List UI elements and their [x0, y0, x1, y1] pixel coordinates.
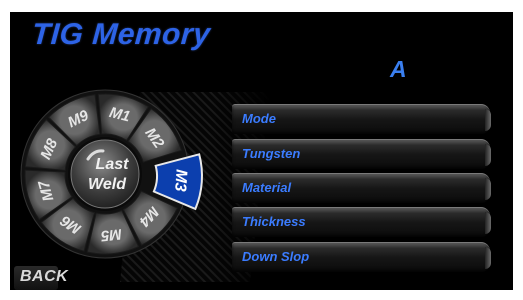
param-tungsten-label: Tungsten: [242, 146, 301, 161]
memory-segment-label: M3: [171, 169, 190, 192]
param-thickness[interactable]: Thickness: [232, 207, 491, 237]
last-weld-line2: Weld: [88, 176, 127, 193]
page-title: TIG Memory: [30, 18, 212, 51]
param-tungsten[interactable]: Tungsten: [232, 139, 491, 169]
param-thickness-label: Thickness: [242, 214, 306, 229]
back-button[interactable]: BACK: [14, 266, 68, 290]
param-material-label: Material: [242, 180, 292, 195]
unit-indicator: A: [390, 56, 407, 82]
param-mode[interactable]: Mode: [232, 104, 491, 134]
screen: M1 M2 M3 M4 M5 M6 M7 M8 M9 Last Weld TIG Memory …: [10, 12, 513, 290]
param-down-slop[interactable]: Down Slop: [232, 242, 491, 272]
param-down-slop-label: Down Slop: [242, 249, 310, 264]
last-weld-line1: Last: [96, 156, 130, 173]
back-button-label: BACK: [20, 268, 69, 285]
param-mode-label: Mode: [242, 111, 276, 126]
param-material[interactable]: Material: [232, 173, 491, 203]
last-weld-button[interactable]: Last Weld: [68, 137, 142, 211]
memory-segment-label: M5: [99, 225, 122, 244]
